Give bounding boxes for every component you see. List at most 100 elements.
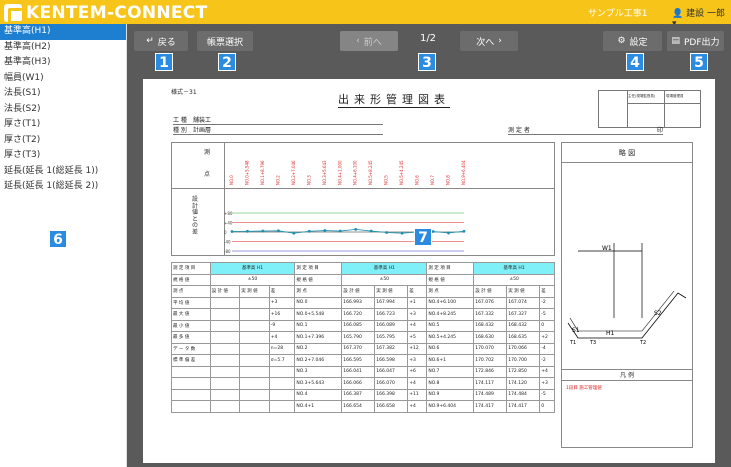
table-cell: 166.041 [341,365,376,378]
data-point [277,229,280,233]
table-cell: 168.630 [473,331,508,344]
sidebar-item-s2[interactable]: 法長(S2) [0,102,126,118]
table-cell [239,331,270,344]
table-cell [209,296,241,309]
table-cell: +12 [407,342,428,355]
pdf-export-button[interactable]: ▤ PDF出力 [667,31,724,51]
table-cell: NO.8 [426,377,475,390]
control-chart: +80 +40 0 -40 -80 NO.0 NO.0+5.548 NO.1+8.796 NO.… [224,160,466,254]
table-cell: -4 [539,342,555,355]
data-point [385,231,389,234]
table-cell [239,388,270,401]
table-cell: 170.066 [506,342,541,355]
table-cell [268,365,296,378]
table-cell [239,400,270,413]
table-cell: NO.0 [294,296,343,309]
table-cell: 166.398 [374,388,409,401]
table-cell [171,365,211,378]
table-cell: 166.658 [374,400,409,413]
sidebar-item-t1[interactable]: 厚さ(T1) [0,117,126,133]
table-cell: NO.4+6.100 [426,296,475,309]
table-cell: 168.432 [473,319,508,332]
data-point [230,230,234,233]
table-cell: +4 [268,331,296,344]
table-row: 最 小 値 -9 NO.1 166.085 166.089 +4 NO.5 168.432 16… [171,319,555,332]
doc-title: 出来形管理図表 [338,93,450,108]
table-cell [171,388,211,401]
sidebar-item-h3[interactable]: 基準高(H3) [0,55,126,71]
back-button[interactable]: ↵ 戻る [134,31,188,51]
table-cell: +1 [407,296,428,309]
user-name: 建設 一郎 [686,9,725,19]
table-cell: NO.4+1 [294,400,343,413]
table-cell: NO.1+7.396 [294,331,343,344]
form-select-button[interactable]: 帳票選択 [197,31,253,51]
table-cell: 0 [539,319,555,332]
cross-section-diagram: W1 S2 S1 H1 T1 T3 T2 [567,243,687,346]
table-cell: -5 [539,308,555,321]
table-cell: 174.484 [506,388,541,401]
table-cell: +3 [268,296,296,309]
table-cell: +4 [407,377,428,390]
shubetsu-row: 種 別 計画層 [173,125,383,135]
marker-1: 1 [155,53,173,71]
table-cell [239,296,270,309]
sidebar-item-length1[interactable]: 延長(延長 1(総延長 1)) [0,164,126,180]
marker-3: 3 [418,53,436,71]
x-tick-label: NO.0+5.548 [244,160,249,185]
label-t3: T3 [589,340,596,346]
table-cell: 166.085 [341,319,376,332]
table-cell: 166.066 [341,377,376,390]
data-point [431,230,435,233]
ryakuzu-title: 略 図 [562,143,692,163]
y-tick-label: 0 [224,230,227,235]
table-cell: 166.070 [374,377,409,390]
table-cell: 166.598 [374,354,409,367]
table-cell: 166.387 [341,388,376,401]
sidebar-item-length2[interactable]: 延長(延長 1(総延長 2)) [0,179,126,195]
sidebar-item-t3[interactable]: 厚さ(T3) [0,148,126,164]
table-cell [239,365,270,378]
table-cell [209,342,241,355]
table-cell: 平 均 値 [171,296,211,309]
sokuteisha-row: 測 定 者印 [508,127,663,135]
prev-button[interactable]: ‹ 前へ [340,31,398,51]
sidebar-item-h2[interactable]: 基準高(H2) [0,40,126,56]
sidebar-item-w1[interactable]: 幅員(W1) [0,71,126,87]
table-cell: 166.654 [341,400,376,413]
x-tick-label: NO.7 [430,175,435,185]
table-cell: +3 [407,354,428,367]
table-row: NO.4+1 166.654 166.658 +4 NO.9+6.404 174.417 1… [171,400,555,413]
data-point [292,231,296,235]
next-button[interactable]: 次へ › [460,31,518,51]
app-logo: KENTEM-CONNECT [4,3,207,24]
table-row: 最 多 値 +4 NO.1+7.396 165.790 165.795 +5 NO.5+4.… [171,331,555,344]
settings-button[interactable]: ⚙ 設定 [603,31,662,51]
data-point [369,229,373,233]
data-point [354,227,358,231]
sidebar-item-s1[interactable]: 法長(S1) [0,86,126,102]
table-cell: 170.070 [473,342,508,355]
control-chart-frame: 測 点 設計値との差 +80 +40 0 -40 -80 NO.0 NO.0+5.548 NO… [171,142,555,256]
table-cell [209,331,241,344]
table-cell: NO.1 [294,319,343,332]
table-cell: +4 [407,400,428,413]
data-point [246,229,249,233]
sidebar-item-t2[interactable]: 厚さ(T2) [0,133,126,149]
sidebar-item-h1[interactable]: 基準高(H1) [0,24,126,40]
table-cell [171,377,211,390]
data-point [323,229,327,232]
y-tick-label: +40 [224,221,233,226]
table-cell: -5 [539,388,555,401]
hanrei-title: 凡 例 [562,369,692,381]
form-number: 様式－31 [171,89,197,96]
x-tick-label: NO.8 [446,175,451,185]
table-cell: +16 [268,308,296,321]
table-cell: NO.9 [426,388,475,401]
table-cell: 166.595 [341,354,376,367]
table-cell: +2 [539,331,555,344]
y-tick-label: -40 [224,240,231,245]
table-cell [209,354,241,367]
x-tick-label: NO.2+7.046 [291,160,296,185]
table-cell: NO.6+1 [426,354,475,367]
